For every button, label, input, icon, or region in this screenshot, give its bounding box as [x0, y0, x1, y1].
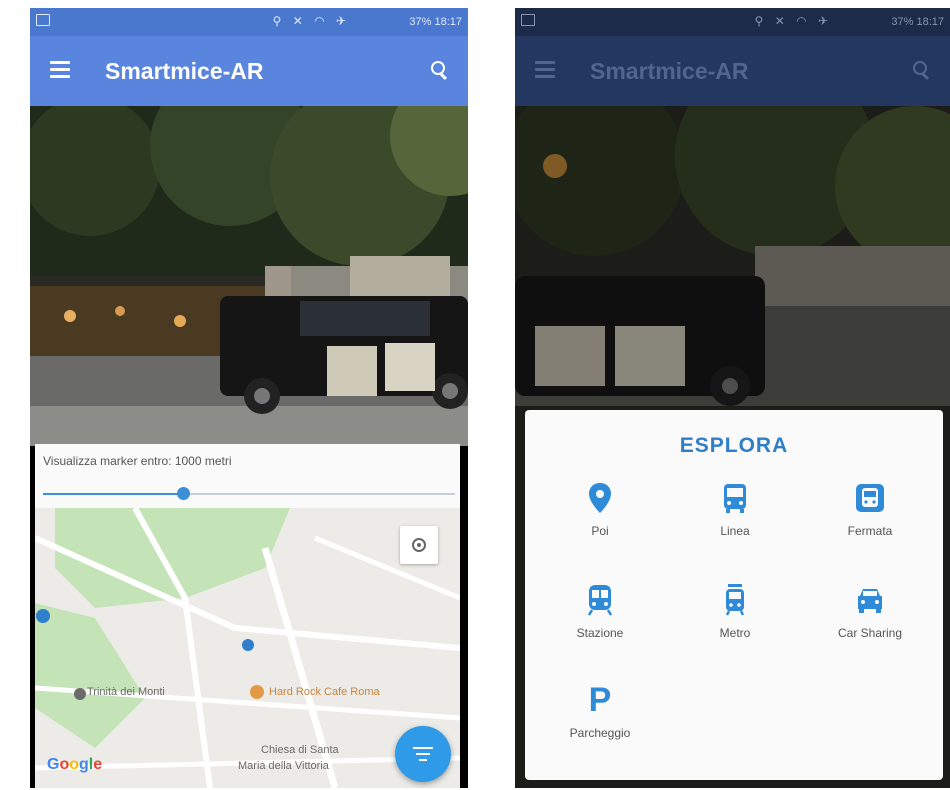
hamburger-menu-icon[interactable] [50, 61, 70, 79]
filter-fab-button[interactable] [395, 726, 451, 782]
app-bar: Smartmice-AR [30, 36, 468, 106]
map-label-trinita: Trinità dei Monti [87, 686, 165, 698]
esplora-title: ESPLORA [679, 434, 789, 457]
google-logo: Google [47, 756, 103, 773]
category-label: Car Sharing [837, 626, 903, 640]
bus-stop-icon [856, 484, 884, 512]
category-stazione[interactable]: Stazione [535, 582, 665, 640]
status-text: 37% 18:17 [409, 16, 462, 28]
phone-screen-map: ⚲ ✕ ◠ ✈ 37% 18:17 Smartmice-AR Visualizz… [30, 8, 468, 788]
train-icon [587, 585, 613, 616]
tram-icon [725, 584, 745, 616]
slider-thumb[interactable] [177, 487, 191, 500]
status-text: 37% 18:17 [891, 16, 944, 28]
phone-screen-esplora: ⚲ ✕ ◠ ✈ 37% 18:17 Smartmice-AR ESPLORA P… [515, 8, 950, 788]
marker-distance-label: Visualizza marker entro: 1000 metri [43, 454, 232, 468]
category-label: Metro [719, 626, 751, 640]
filter-icon [413, 747, 433, 749]
map-panel: Visualizza marker entro: 1000 metri Trin… [35, 444, 460, 788]
car-icon [858, 589, 882, 613]
distance-slider[interactable] [43, 487, 455, 500]
category-metro[interactable]: Metro [670, 582, 800, 640]
map-label-chiesa: Chiesa di Santa [261, 744, 339, 756]
category-linea[interactable]: Linea [670, 480, 800, 538]
category-parcheggio[interactable]: P Parcheggio [535, 682, 665, 740]
category-label: Parcheggio [569, 726, 631, 740]
app-bar: Smartmice-AR [515, 36, 950, 106]
app-title: Smartmice-AR [590, 58, 749, 84]
category-label: Linea [720, 524, 750, 538]
bus-front-icon [724, 484, 746, 513]
hamburger-menu-icon [535, 61, 555, 79]
search-icon [913, 61, 930, 81]
category-label: Poi [591, 524, 609, 538]
map-label-vittoria: Maria della Vittoria [238, 760, 329, 772]
category-car-sharing[interactable]: Car Sharing [805, 582, 935, 640]
slider-fill [43, 493, 184, 495]
status-icons: ⚲ ✕ ◠ ✈ [272, 14, 350, 28]
map-view[interactable]: Trinità dei Monti Hard Rock Cafe Roma Ch… [35, 508, 460, 788]
my-location-button[interactable] [400, 526, 438, 564]
status-bar: ⚲ ✕ ◠ ✈ 37% 18:17 [30, 8, 468, 36]
poi-pin-icon [589, 483, 611, 513]
status-bar: ⚲ ✕ ◠ ✈ 37% 18:17 [515, 8, 950, 36]
map-label-hard-rock: Hard Rock Cafe Roma [269, 686, 380, 698]
search-icon[interactable] [431, 61, 448, 81]
category-label: Fermata [847, 524, 893, 538]
category-poi[interactable]: Poi [535, 480, 665, 538]
app-title: Smartmice-AR [105, 58, 264, 84]
my-location-icon [412, 538, 426, 552]
gallery-notification-icon [521, 14, 535, 26]
category-fermata[interactable]: Fermata [805, 480, 935, 538]
status-icons: ⚲ ✕ ◠ ✈ [754, 14, 832, 28]
category-label: Stazione [576, 626, 624, 640]
parking-icon: P [588, 681, 612, 719]
gallery-notification-icon [36, 14, 50, 26]
esplora-dialog: ESPLORA Poi Linea Fermata Stazione Metro… [525, 410, 943, 780]
